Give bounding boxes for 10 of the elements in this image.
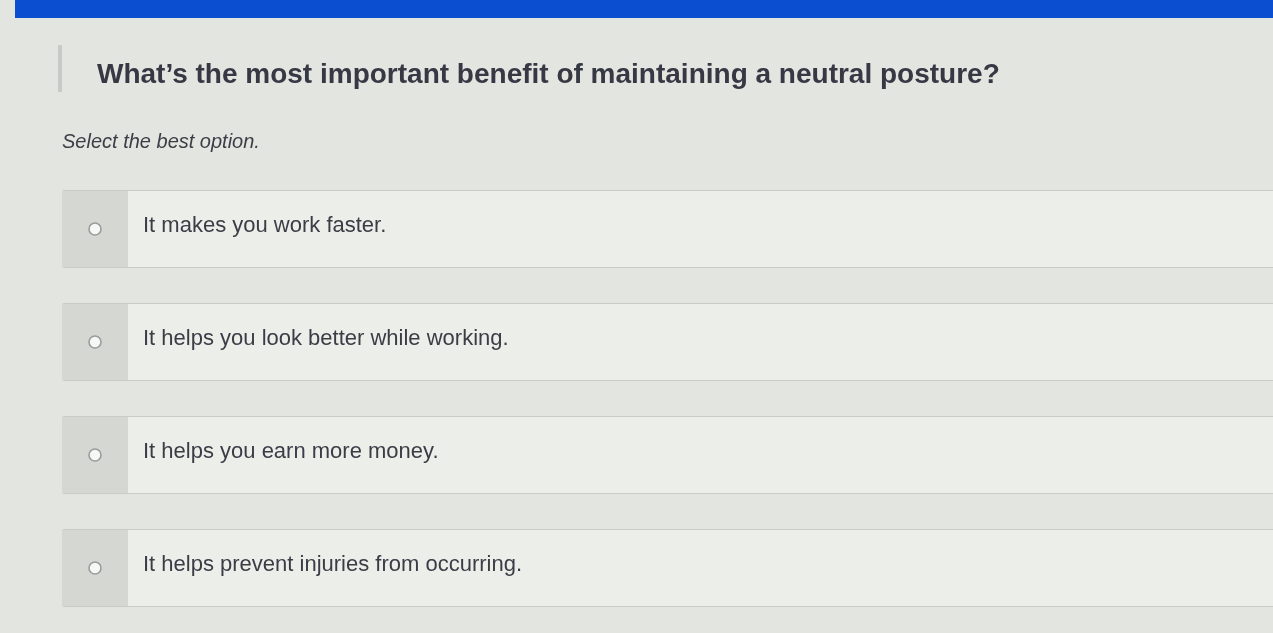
answer-option[interactable]: It makes you work faster. <box>62 190 1273 268</box>
radio-icon[interactable] <box>88 561 102 575</box>
question-text: What’s the most important benefit of maintaining a neutral posture? <box>97 57 1000 91</box>
answer-option[interactable]: It helps prevent injuries from occurring. <box>62 529 1273 607</box>
answer-option[interactable]: It helps you look better while working. <box>62 303 1273 381</box>
radio-icon[interactable] <box>88 335 102 349</box>
radio-icon[interactable] <box>88 448 102 462</box>
instruction-text: Select the best option. <box>62 129 261 154</box>
answer-option[interactable]: It helps you earn more money. <box>62 416 1273 494</box>
radio-icon[interactable] <box>88 222 102 236</box>
